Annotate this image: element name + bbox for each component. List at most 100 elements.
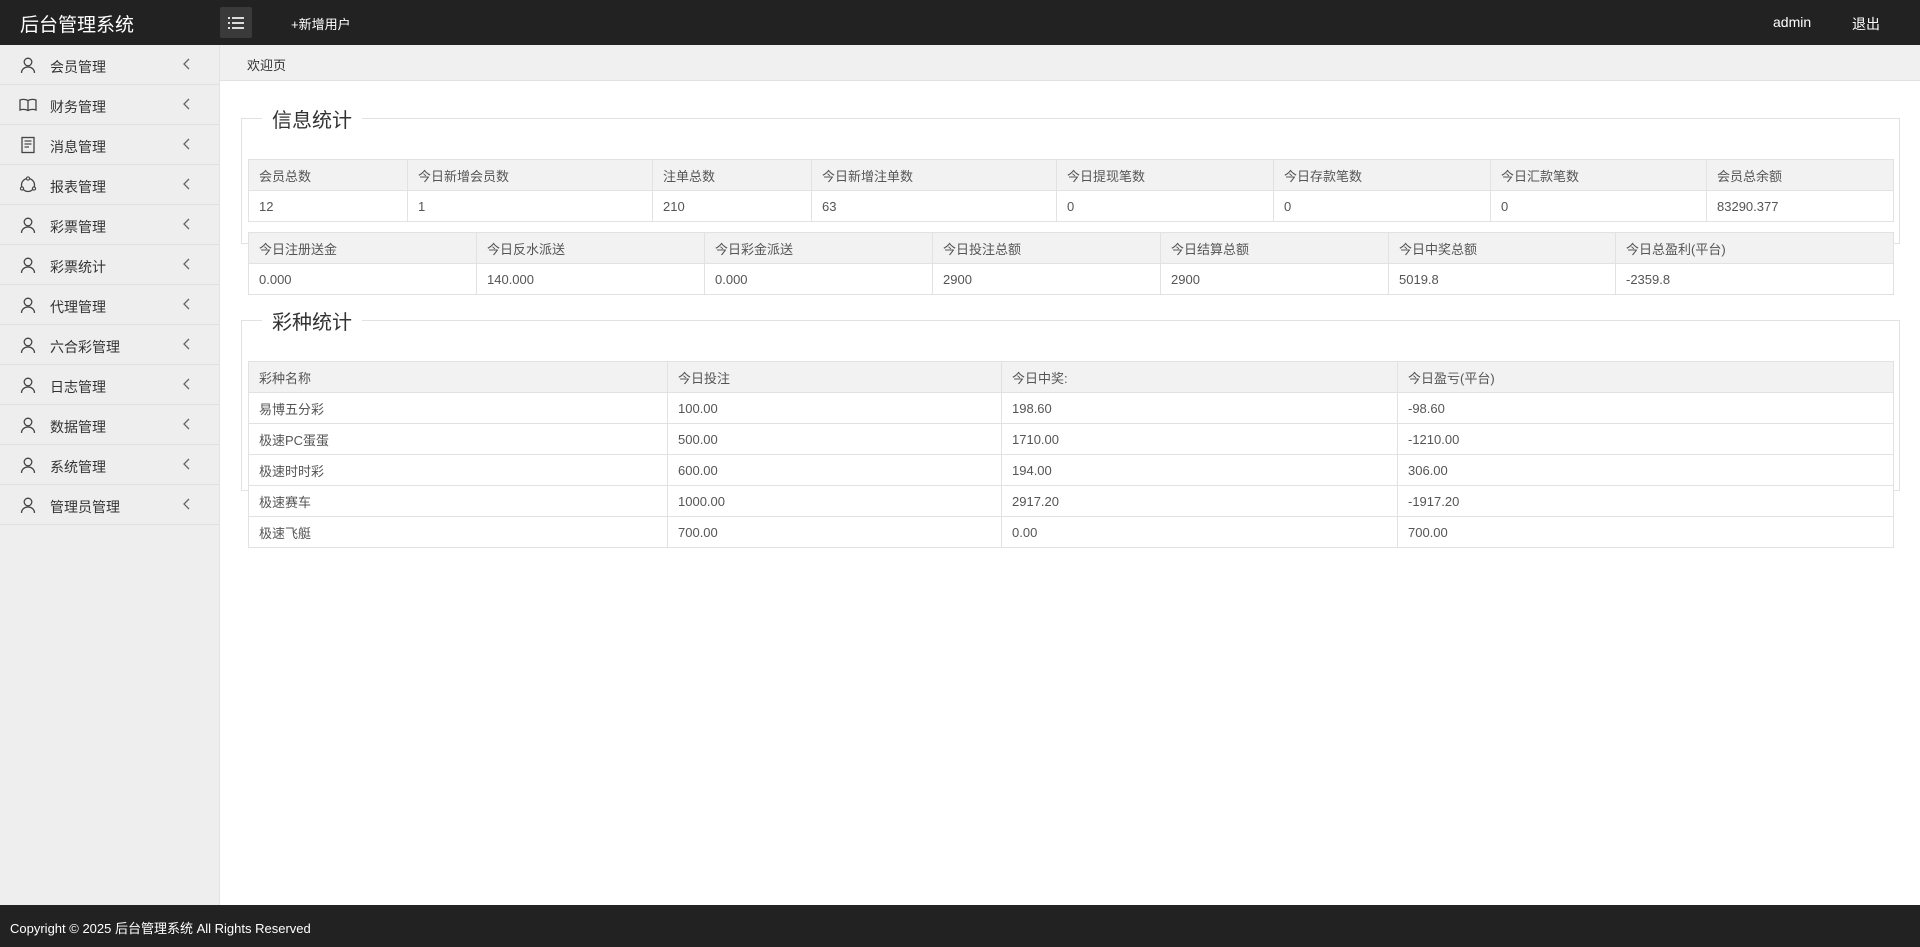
table-header-cell: 今日中奖: bbox=[1001, 361, 1398, 393]
table-cell: -1917.20 bbox=[1397, 485, 1894, 517]
table-row: 易博五分彩 100.00 198.60 -98.60 bbox=[248, 392, 1894, 424]
table-cell: 2917.20 bbox=[1001, 485, 1398, 517]
table-cell: 0 bbox=[1056, 190, 1274, 222]
table-header-cell: 今日盈亏(平台) bbox=[1397, 361, 1894, 393]
sidebar-item-label: 六合彩管理 bbox=[50, 339, 120, 355]
table-header-row: 彩种名称 今日投注 今日中奖: 今日盈亏(平台) bbox=[248, 361, 1894, 393]
user-icon bbox=[20, 457, 36, 474]
chevron-left-icon bbox=[183, 258, 190, 270]
table-header-cell: 彩种名称 bbox=[248, 361, 668, 393]
chevron-left-icon bbox=[183, 218, 190, 230]
table-cell: 500.00 bbox=[667, 423, 1002, 455]
book-icon bbox=[19, 98, 37, 112]
sidebar-item-report-management[interactable]: 报表管理 bbox=[0, 165, 219, 205]
table-cell: -1210.00 bbox=[1397, 423, 1894, 455]
table-header-row: 会员总数 今日新增会员数 注单总数 今日新增注单数 今日提现笔数 今日存款笔数 … bbox=[248, 159, 1894, 191]
user-icon bbox=[20, 417, 36, 434]
sidebar-item-label: 报表管理 bbox=[50, 179, 106, 195]
sidebar-item-label: 财务管理 bbox=[50, 99, 106, 115]
sidebar-item-message-management[interactable]: 消息管理 bbox=[0, 125, 219, 165]
current-user-menu[interactable]: admin bbox=[1773, 14, 1811, 30]
table-row: 0.000 140.000 0.000 2900 2900 5019.8 -23… bbox=[248, 263, 1894, 295]
table-cell: 12 bbox=[248, 190, 408, 222]
table-header-cell: 今日新增会员数 bbox=[407, 159, 653, 191]
info-stats-table-1: 会员总数 今日新增会员数 注单总数 今日新增注单数 今日提现笔数 今日存款笔数 … bbox=[248, 159, 1894, 222]
sidebar-item-label: 会员管理 bbox=[50, 59, 106, 75]
table-header-cell: 今日反水派送 bbox=[476, 232, 705, 264]
sidebar-item-lottery-statistics[interactable]: 彩票统计 bbox=[0, 245, 219, 285]
add-user-link[interactable]: +新增用户 bbox=[291, 14, 351, 33]
table-cell: -98.60 bbox=[1397, 392, 1894, 424]
tab-welcome[interactable]: 欢迎页 bbox=[247, 55, 286, 74]
table-header-cell: 今日新增注单数 bbox=[811, 159, 1057, 191]
logout-link[interactable]: 退出 bbox=[1852, 14, 1880, 34]
table-cell: 306.00 bbox=[1397, 454, 1894, 486]
table-header-cell: 今日投注总额 bbox=[932, 232, 1161, 264]
chevron-left-icon bbox=[183, 418, 190, 430]
lottery-stats-title: 彩种统计 bbox=[272, 312, 352, 334]
table-cell: 极速赛车 bbox=[248, 485, 668, 517]
sidebar-item-lottery-management[interactable]: 彩票管理 bbox=[0, 205, 219, 245]
user-icon bbox=[20, 217, 36, 234]
chevron-left-icon bbox=[183, 378, 190, 390]
table-row: 极速飞艇 700.00 0.00 700.00 bbox=[248, 516, 1894, 548]
sidebar: 会员管理 财务管理 消息管理 报表管理 彩票管理 彩票统计 代理管理 六合彩管理 bbox=[0, 45, 220, 905]
table-cell: 83290.377 bbox=[1706, 190, 1894, 222]
table-cell: 1 bbox=[407, 190, 653, 222]
table-cell: 极速PC蛋蛋 bbox=[248, 423, 668, 455]
table-cell: 600.00 bbox=[667, 454, 1002, 486]
table-header-cell: 今日投注 bbox=[667, 361, 1002, 393]
table-cell: 1000.00 bbox=[667, 485, 1002, 517]
table-cell: 140.000 bbox=[476, 263, 705, 295]
sidebar-item-label: 彩票管理 bbox=[50, 219, 106, 235]
chevron-left-icon bbox=[183, 178, 190, 190]
top-navbar: 后台管理系统 +新增用户 admin 退出 bbox=[0, 0, 1920, 45]
sidebar-item-agent-management[interactable]: 代理管理 bbox=[0, 285, 219, 325]
table-header-row: 今日注册送金 今日反水派送 今日彩金派送 今日投注总额 今日结算总额 今日中奖总… bbox=[248, 232, 1894, 264]
sidebar-item-label: 日志管理 bbox=[50, 379, 106, 395]
lottery-stats-panel: 彩种统计 彩种名称 今日投注 今日中奖: 今日盈亏(平台) 易博五分彩 100.… bbox=[241, 306, 1900, 548]
chevron-left-icon bbox=[183, 298, 190, 310]
chart-icon bbox=[19, 176, 37, 193]
table-cell: 700.00 bbox=[1397, 516, 1894, 548]
sidebar-item-system-management[interactable]: 系统管理 bbox=[0, 445, 219, 485]
chevron-left-icon bbox=[183, 138, 190, 150]
table-header-cell: 今日中奖总额 bbox=[1388, 232, 1616, 264]
table-cell: 194.00 bbox=[1001, 454, 1398, 486]
list-icon bbox=[228, 16, 244, 29]
user-icon bbox=[20, 497, 36, 514]
sidebar-item-member-management[interactable]: 会员管理 bbox=[0, 45, 219, 85]
sidebar-item-data-management[interactable]: 数据管理 bbox=[0, 405, 219, 445]
table-cell: 700.00 bbox=[667, 516, 1002, 548]
document-icon bbox=[21, 136, 35, 154]
table-header-cell: 今日结算总额 bbox=[1160, 232, 1389, 264]
chevron-left-icon bbox=[183, 98, 190, 110]
info-stats-table-2: 今日注册送金 今日反水派送 今日彩金派送 今日投注总额 今日结算总额 今日中奖总… bbox=[248, 232, 1894, 295]
table-header-cell: 会员总数 bbox=[248, 159, 408, 191]
table-cell: 极速飞艇 bbox=[248, 516, 668, 548]
lottery-stats-table: 彩种名称 今日投注 今日中奖: 今日盈亏(平台) 易博五分彩 100.00 19… bbox=[248, 361, 1894, 548]
table-cell: 0 bbox=[1490, 190, 1707, 222]
table-header-cell: 今日总盈利(平台) bbox=[1615, 232, 1894, 264]
user-icon bbox=[20, 377, 36, 394]
table-header-cell: 注单总数 bbox=[652, 159, 812, 191]
table-cell: 100.00 bbox=[667, 392, 1002, 424]
sidebar-item-label: 数据管理 bbox=[50, 419, 106, 435]
sidebar-item-log-management[interactable]: 日志管理 bbox=[0, 365, 219, 405]
table-cell: 63 bbox=[811, 190, 1057, 222]
table-header-cell: 今日注册送金 bbox=[248, 232, 477, 264]
sidebar-item-finance-management[interactable]: 财务管理 bbox=[0, 85, 219, 125]
chevron-left-icon bbox=[183, 498, 190, 510]
sidebar-item-mark-six-management[interactable]: 六合彩管理 bbox=[0, 325, 219, 365]
user-icon bbox=[20, 297, 36, 314]
table-cell: 易博五分彩 bbox=[248, 392, 668, 424]
table-cell: 2900 bbox=[1160, 263, 1389, 295]
table-row: 极速PC蛋蛋 500.00 1710.00 -1210.00 bbox=[248, 423, 1894, 455]
sidebar-item-admin-management[interactable]: 管理员管理 bbox=[0, 485, 219, 525]
table-cell: 198.60 bbox=[1001, 392, 1398, 424]
menu-toggle-button[interactable] bbox=[220, 7, 252, 38]
table-cell: 0.000 bbox=[248, 263, 477, 295]
table-cell: 0 bbox=[1273, 190, 1491, 222]
sidebar-item-label: 管理员管理 bbox=[50, 499, 120, 515]
footer: Copyright © 2025 后台管理系统 All Rights Reser… bbox=[0, 905, 1920, 947]
